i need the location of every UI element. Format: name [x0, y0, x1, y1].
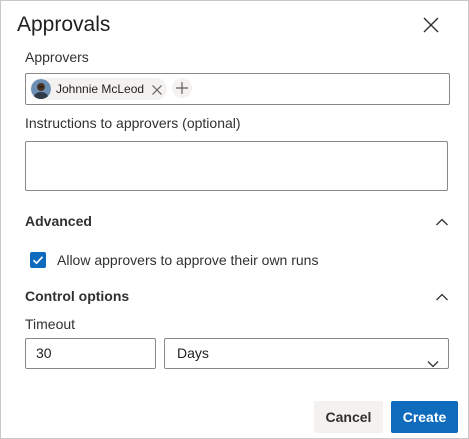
- approvals-dialog: Approvals Approvers Johnnie McLeod Instr…: [0, 0, 469, 439]
- allow-self-approve-label[interactable]: Allow approvers to approve their own run…: [57, 251, 318, 269]
- timeout-label: Timeout: [25, 316, 76, 332]
- chevron-up-icon[interactable]: [435, 214, 449, 226]
- advanced-header[interactable]: Advanced: [25, 212, 92, 230]
- dialog-title: Approvals: [17, 13, 111, 36]
- add-approver-icon[interactable]: [172, 78, 192, 98]
- approver-name: Johnnie McLeod: [56, 82, 145, 96]
- chevron-up-icon[interactable]: [435, 289, 449, 301]
- approvers-label: Approvers: [25, 49, 89, 65]
- instructions-label: Instructions to approvers (optional): [25, 115, 241, 131]
- chevron-down-icon: [427, 349, 439, 368]
- timeout-unit-value: Days: [177, 345, 209, 361]
- create-button[interactable]: Create: [391, 401, 458, 433]
- close-icon[interactable]: [419, 13, 443, 37]
- instructions-textarea[interactable]: [25, 141, 448, 191]
- timeout-unit-dropdown[interactable]: Days: [164, 338, 449, 369]
- control-options-header[interactable]: Control options: [25, 287, 129, 305]
- approver-chip[interactable]: Johnnie McLeod: [30, 78, 168, 100]
- cancel-button[interactable]: Cancel: [314, 401, 383, 433]
- allow-self-approve-checkbox[interactable]: [30, 252, 46, 268]
- avatar: [31, 79, 51, 99]
- timeout-input[interactable]: 30: [25, 338, 156, 369]
- remove-approver-icon[interactable]: [151, 83, 163, 95]
- approvers-picker[interactable]: Johnnie McLeod: [25, 73, 450, 105]
